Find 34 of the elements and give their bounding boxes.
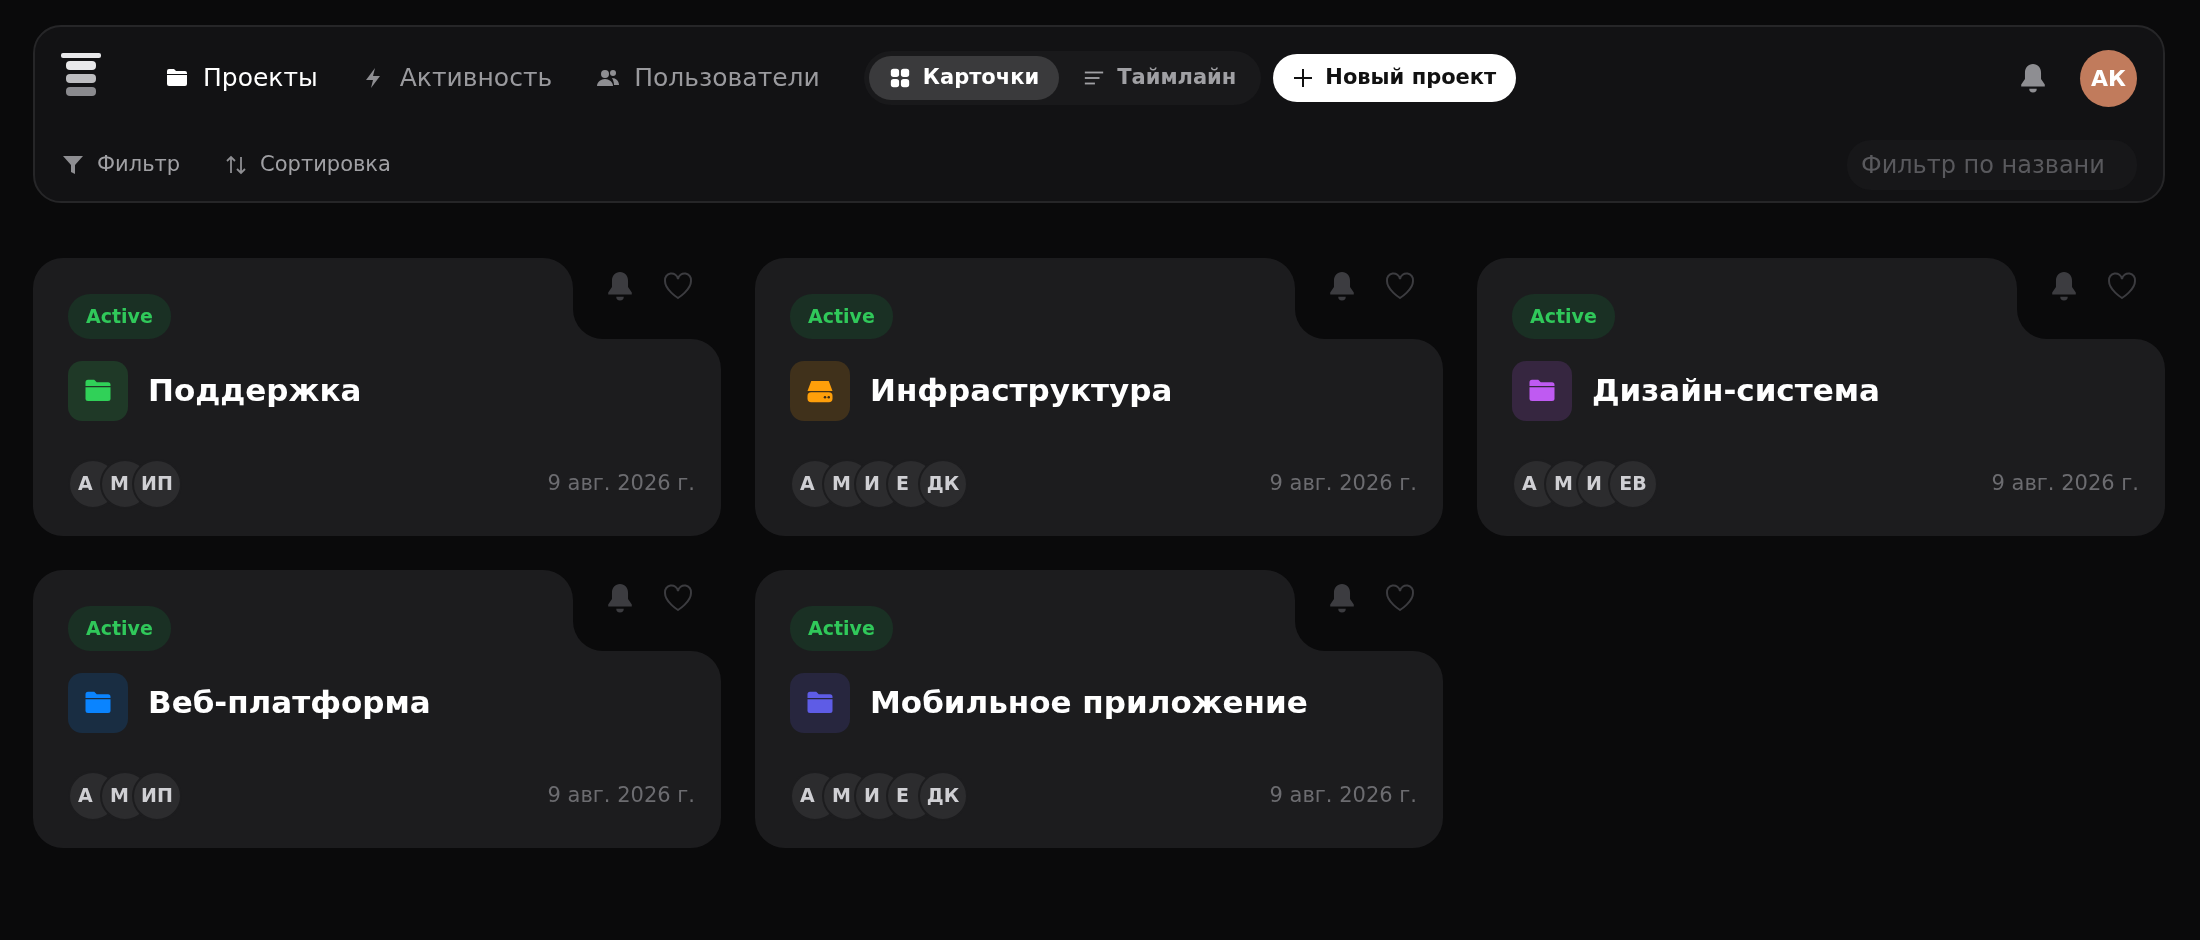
project-date: 9 авг. 2026 г. <box>1269 781 1417 809</box>
sort-icon <box>224 153 249 177</box>
status-badge: Active <box>68 294 171 339</box>
status-badge: Active <box>68 606 171 651</box>
heart-icon[interactable] <box>663 583 693 612</box>
view-toggle[interactable]: Карточки <box>868 56 1060 100</box>
nav-tab[interactable]: Пользователи <box>596 59 820 97</box>
heart-icon[interactable] <box>1385 583 1415 612</box>
project-date: 9 авг. 2026 г. <box>1269 469 1417 497</box>
project-title: Дизайн-система <box>1592 371 1880 411</box>
project-date: 9 авг. 2026 г. <box>547 781 695 809</box>
project-date: 9 авг. 2026 г. <box>547 469 695 497</box>
status-badge: Active <box>790 606 893 651</box>
grid-icon <box>888 67 911 89</box>
nav-tab[interactable]: Активность <box>361 59 553 97</box>
project-date: 9 авг. 2026 г. <box>1991 469 2139 497</box>
filter-button[interactable]: Фильтр <box>61 149 181 181</box>
plus-icon <box>1293 68 1314 88</box>
project-title: Веб-платформа <box>148 683 431 723</box>
heart-icon[interactable] <box>663 271 693 300</box>
project-title: Мобильное приложение <box>870 683 1308 723</box>
project-title: Инфраструктура <box>870 371 1173 411</box>
nav-tab[interactable]: Проекты <box>165 59 318 97</box>
view-toggle[interactable]: Таймлайн <box>1063 56 1257 100</box>
new-project-button[interactable]: Новый проект <box>1273 54 1517 102</box>
project-title: Поддержка <box>148 371 362 411</box>
search-field[interactable]: Фильтр по названи <box>1847 140 2137 190</box>
heart-icon[interactable] <box>1385 271 1415 300</box>
status-badge: Active <box>1512 294 1615 339</box>
filter-icon <box>61 153 85 177</box>
bell-icon[interactable] <box>2020 63 2046 93</box>
heart-icon[interactable] <box>2107 271 2137 300</box>
status-badge: Active <box>790 294 893 339</box>
sort-button[interactable]: Сортировка <box>224 149 391 181</box>
